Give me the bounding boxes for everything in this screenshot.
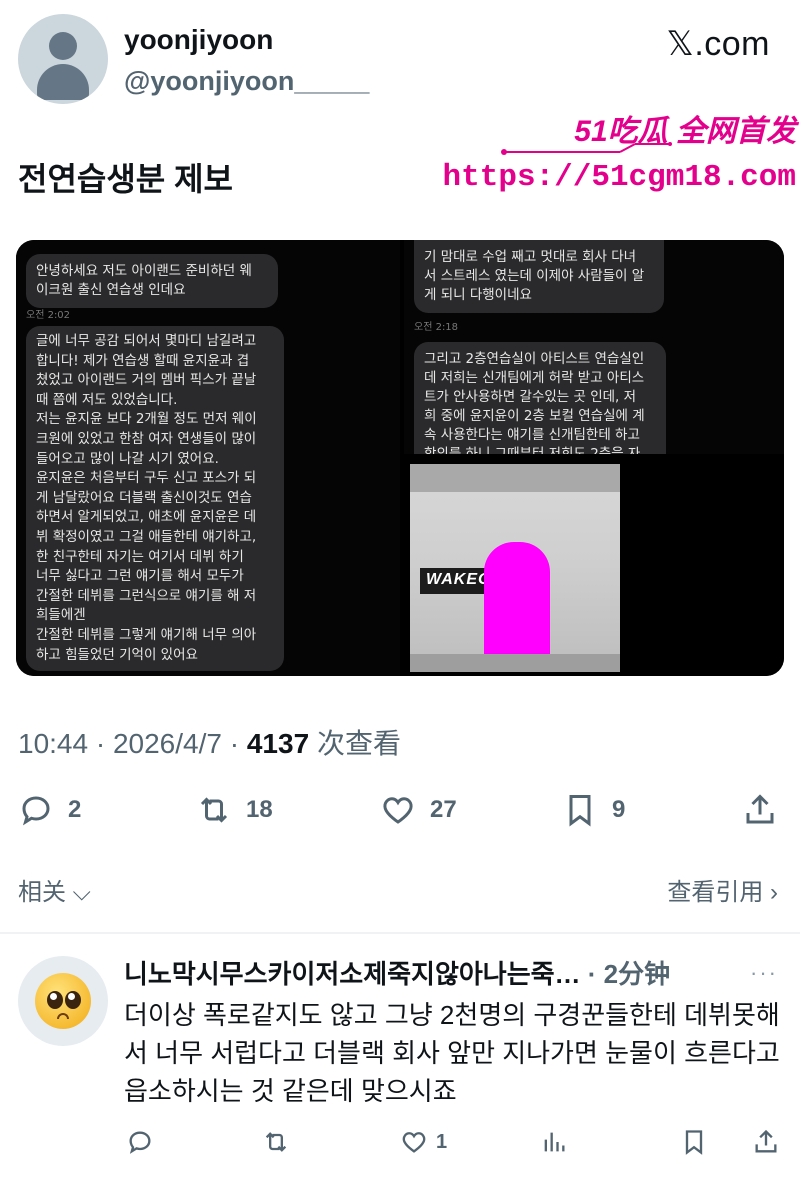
tweet-time: 10:44 (18, 728, 89, 759)
reply-item[interactable]: 니노막시무스카이저소제죽지않아나는죽… · 2分钟 ··· 더이상 폭로같지도 … (0, 940, 800, 1180)
chat-timestamp: 오전 2:02 (26, 310, 71, 321)
chat-timestamp: 오전 2:18 (414, 322, 459, 333)
reply-bookmark-button[interactable] (680, 1122, 708, 1162)
chevron-right-icon: › (770, 879, 778, 906)
reply-repost-button[interactable] (262, 1122, 290, 1162)
reply-actions: 1 (0, 1122, 800, 1162)
related-label: 相关 (18, 879, 66, 906)
reply-like-count: 1 (436, 1130, 448, 1153)
share-icon (746, 794, 774, 824)
tweet-text: 전연습생분 제보 (18, 161, 233, 197)
like-count: 27 (430, 796, 457, 823)
chat-bubble: 그리고 2층연습실이 아티스트 연습실인 데 저희는 신개팀에게 허락 받고 아… (414, 342, 666, 454)
bookmark-count: 9 (612, 796, 626, 823)
reply-author-name: 니노막시무스카이저소제죽지않아나는죽… (124, 959, 581, 989)
bookmark-icon (685, 1130, 703, 1155)
meta-separator: · (88, 728, 113, 759)
view-label: 次查看 (316, 728, 401, 759)
reply-icon (22, 796, 50, 826)
repost-icon (265, 1132, 287, 1152)
author-handle[interactable]: @yoonjiyoon_____ (124, 66, 369, 97)
tweet-meta: 10:44 · 2026/4/7 · 4137 次查看 (18, 722, 401, 762)
avatar-placeholder-head (49, 32, 77, 60)
photo-screenshot[interactable]: WAKEONE (404, 458, 784, 676)
repost-button[interactable]: 18 (196, 788, 273, 832)
share-button[interactable] (742, 788, 778, 832)
repost-icon (200, 797, 228, 823)
emoji-eye (65, 991, 81, 1009)
reply-author[interactable]: 니노막시무스카이저소제죽지않아나는죽… · 2分钟 (124, 954, 670, 991)
tweet-media[interactable]: 안녕하세요 저도 아이랜드 준비하던 웨 이크원 출신 연습생 인데요 오전 2… (16, 240, 784, 676)
censored-figure (484, 542, 550, 668)
like-button[interactable]: 27 (380, 788, 457, 832)
reply-views-button[interactable] (540, 1122, 568, 1162)
reply-avatar[interactable] (18, 956, 108, 1046)
photo-image: WAKEONE (410, 464, 620, 672)
more-icon[interactable]: ··· (750, 960, 778, 986)
author-display-name[interactable]: yoonjiyoon (124, 24, 273, 56)
reply-like-button[interactable]: 1 (400, 1122, 447, 1162)
chat-bubble: 글에 너무 공감 되어서 몇마디 남길려고 합니다! 제가 연습생 할때 윤지윤… (26, 326, 284, 672)
emoji-mouth (57, 1013, 69, 1019)
meta-separator: · (221, 728, 247, 759)
reply-reply-button[interactable] (126, 1122, 154, 1162)
reply-text: 더이상 폭로같지도 않고 그냥 2천명의 구경꾼들한테 데뷔못해서 너무 서럽다… (124, 1000, 780, 1106)
reply-button[interactable]: 2 (18, 788, 81, 832)
repost-count: 18 (246, 796, 273, 823)
view-count: 4137 (246, 728, 310, 759)
chat-bubble: 안녕하세요 저도 아이랜드 준비하던 웨 이크원 출신 연습생 인데요 (26, 254, 278, 308)
view-quotes-label: 查看引用 (667, 879, 764, 906)
emoji-eye (47, 991, 63, 1009)
bookmark-icon (569, 795, 591, 827)
pleading-face-emoji-icon (35, 973, 91, 1029)
chat-screenshot-left[interactable]: 안녕하세요 저도 아이랜드 준비하던 웨 이크원 출신 연습생 인데요 오전 2… (16, 240, 400, 676)
heart-icon (402, 1132, 426, 1153)
x-logo: 𝕏.com (666, 25, 770, 63)
tweet-actions: 2 18 27 9 (0, 788, 800, 832)
chat-screenshot-right-top[interactable]: 기 맘대로 수업 째고 멋대로 회사 다녀 서 스트레스 였는데 이제야 사람들… (404, 240, 784, 454)
avatar-placeholder-body (37, 64, 89, 100)
tweet-date[interactable]: 2026/4/7 (113, 728, 222, 759)
reply-share-button[interactable] (752, 1122, 780, 1162)
reply-time: · 2分钟 (580, 959, 671, 989)
view-quotes-link[interactable]: 查看引用 › (667, 872, 778, 907)
circuit-line-icon (501, 142, 672, 155)
floor (410, 654, 620, 672)
author-avatar[interactable] (18, 14, 108, 104)
chevron-down-icon: ⌵ (72, 879, 91, 906)
watermark-url: https://51cgm18.com (442, 160, 796, 195)
divider (0, 932, 800, 934)
heart-icon (383, 797, 413, 824)
related-dropdown[interactable]: 相关 ⌵ (18, 872, 91, 907)
chat-bubble: 기 맘대로 수업 째고 멋대로 회사 다녀 서 스트레스 였는데 이제야 사람들… (414, 240, 664, 313)
watermark: 51吃瓜 全网首发 https://51cgm18.com (443, 106, 800, 206)
analytics-icon (544, 1132, 565, 1152)
bookmark-button[interactable]: 9 (562, 788, 625, 832)
reply-count: 2 (68, 796, 82, 823)
ceiling (410, 464, 620, 492)
share-icon (755, 1129, 777, 1153)
reply-icon (129, 1131, 151, 1154)
